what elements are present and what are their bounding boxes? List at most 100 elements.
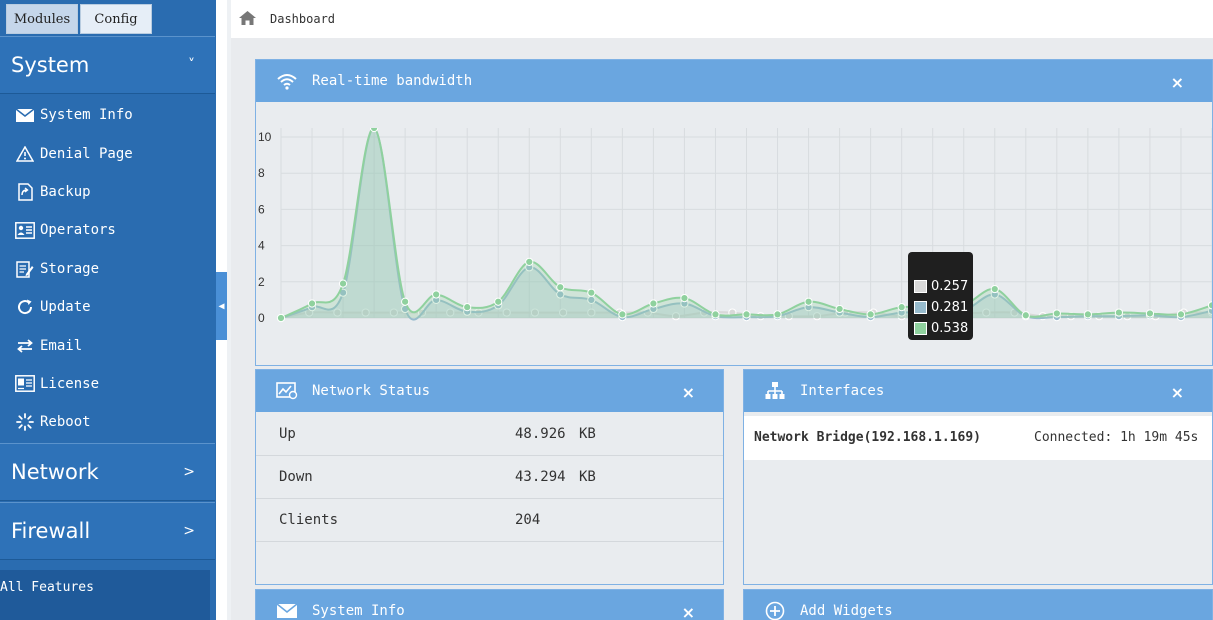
interface-row[interactable]: Network Bridge(192.168.1.169) Connected:… (744, 416, 1212, 460)
warning-icon (14, 144, 36, 164)
data-point[interactable] (307, 299, 317, 308)
data-point[interactable] (649, 299, 658, 308)
storage-icon (14, 259, 36, 279)
data-point[interactable] (618, 310, 627, 319)
data-point[interactable] (742, 310, 751, 319)
data-point[interactable] (276, 313, 286, 323)
envelope-icon (276, 600, 298, 620)
sidebar-item-email[interactable]: Email (0, 326, 215, 364)
table-row: Clients 204 (256, 499, 723, 542)
data-point[interactable] (897, 303, 906, 312)
close-icon[interactable]: × (1171, 73, 1184, 92)
data-point[interactable] (1176, 310, 1186, 319)
sidebar-item-label: System Info (40, 107, 133, 124)
data-point[interactable] (370, 124, 379, 133)
data-point[interactable] (990, 284, 999, 294)
stat-key: Clients (279, 512, 339, 528)
exchange-icon (14, 336, 36, 356)
y-tick-label: 2 (258, 275, 265, 289)
sidebar-item-label: Email (40, 337, 83, 354)
add-widgets-header[interactable]: Add Widgets (744, 590, 1212, 620)
stat-unit: KB (579, 426, 596, 442)
data-point[interactable] (680, 293, 689, 303)
tooltip-swatch (914, 301, 927, 314)
nav-section-network-label: Network (11, 460, 99, 484)
data-point[interactable] (773, 310, 782, 319)
data-point[interactable] (1145, 309, 1155, 318)
data-point[interactable] (432, 290, 441, 299)
network-status-header: Network Status × (256, 370, 723, 412)
nav-section-network[interactable]: Network > (0, 443, 215, 501)
sidebar-collapse-handle[interactable]: ◀ (216, 272, 227, 340)
nav-section-firewall-label: Firewall (11, 519, 91, 543)
data-point[interactable] (494, 297, 503, 306)
tooltip-row: 0.538 (914, 318, 973, 339)
envelope-icon (14, 105, 36, 125)
breadcrumb-current: Dashboard (270, 12, 336, 26)
bandwidth-panel-header: Real-time bandwidth × (256, 60, 1212, 102)
close-icon[interactable]: × (682, 603, 695, 620)
nav-section-firewall[interactable]: Firewall > (0, 502, 215, 560)
data-point[interactable] (463, 303, 472, 312)
data-point[interactable] (711, 310, 720, 319)
data-point[interactable] (1052, 309, 1061, 318)
sidebar-item-system-info[interactable]: System Info (0, 96, 215, 134)
close-icon[interactable]: × (682, 383, 695, 402)
data-point[interactable] (587, 288, 596, 297)
sidebar-item-label: Update (40, 299, 91, 316)
nav-section-system[interactable]: System ˅ (0, 36, 215, 94)
wifi-icon (276, 70, 298, 92)
chevron-right-icon: > (183, 464, 195, 480)
operators-icon (14, 220, 36, 240)
top-tabs: Modules Config (0, 0, 216, 34)
sidebar-item-storage[interactable]: Storage (0, 250, 215, 288)
tooltip-swatch (914, 280, 927, 293)
interfaces-title: Interfaces (800, 383, 885, 399)
tooltip-value: 0.257 (931, 279, 969, 294)
sidebar-item-operators[interactable]: Operators (0, 211, 215, 249)
data-point[interactable] (866, 310, 875, 319)
bandwidth-panel: Real-time bandwidth × 0 2 4 6 8 10 (255, 59, 1213, 366)
data-point[interactable] (401, 297, 410, 306)
tooltip-value: 0.281 (931, 300, 969, 315)
sidebar-item-denial-page[interactable]: Denial Page (0, 134, 215, 172)
network-status-title: Network Status (312, 383, 431, 399)
data-point[interactable] (1083, 310, 1092, 319)
sidebar-item-backup[interactable]: Backup (0, 173, 215, 211)
data-point[interactable] (525, 257, 534, 267)
sidebar-item-license[interactable]: License (0, 365, 215, 403)
data-point[interactable] (338, 279, 348, 288)
tooltip-row: 0.257 (914, 276, 973, 297)
interface-connected: Connected: 1h 19m 45s (1034, 430, 1199, 445)
bandwidth-chart: 0 2 4 6 8 10 (258, 124, 1212, 325)
data-point[interactable] (1021, 311, 1030, 320)
refresh-icon (14, 297, 36, 317)
tab-config[interactable]: Config (80, 4, 152, 34)
sidebar-item-update[interactable]: Update (0, 288, 215, 326)
tooltip-swatch (914, 322, 927, 335)
tooltip-value: 0.538 (931, 321, 969, 336)
nav-section-system-label: System (11, 53, 90, 77)
data-point[interactable] (1114, 308, 1124, 317)
sidebar-item-label: License (40, 375, 100, 392)
data-point[interactable] (1207, 301, 1212, 310)
sidebar-item-reboot[interactable]: Reboot (0, 403, 215, 441)
tooltip-row: 0.281 (914, 297, 973, 318)
stat-key: Up (279, 426, 296, 442)
close-icon[interactable]: × (1171, 383, 1184, 402)
sidebar-item-label: Storage (40, 260, 100, 277)
spinner-icon (14, 412, 36, 432)
home-icon[interactable] (239, 10, 256, 28)
data-point[interactable] (556, 283, 565, 292)
network-status-panel: Network Status × Up 48.926 KB Down 43.294 KB C… (255, 369, 724, 585)
tab-modules[interactable]: Modules (6, 4, 78, 34)
sidebar-item-label: Backup (40, 183, 91, 200)
all-features-link[interactable]: All Features (0, 570, 210, 620)
chart-tooltip: 0.257 0.281 0.538 (908, 252, 973, 340)
data-point[interactable] (804, 297, 813, 306)
sidebar-item-label: Denial Page (40, 145, 133, 162)
y-tick-label: 4 (258, 239, 265, 253)
interface-name: Network Bridge(192.168.1.169) (754, 430, 981, 445)
backup-icon (14, 182, 36, 202)
data-point[interactable] (835, 304, 844, 314)
